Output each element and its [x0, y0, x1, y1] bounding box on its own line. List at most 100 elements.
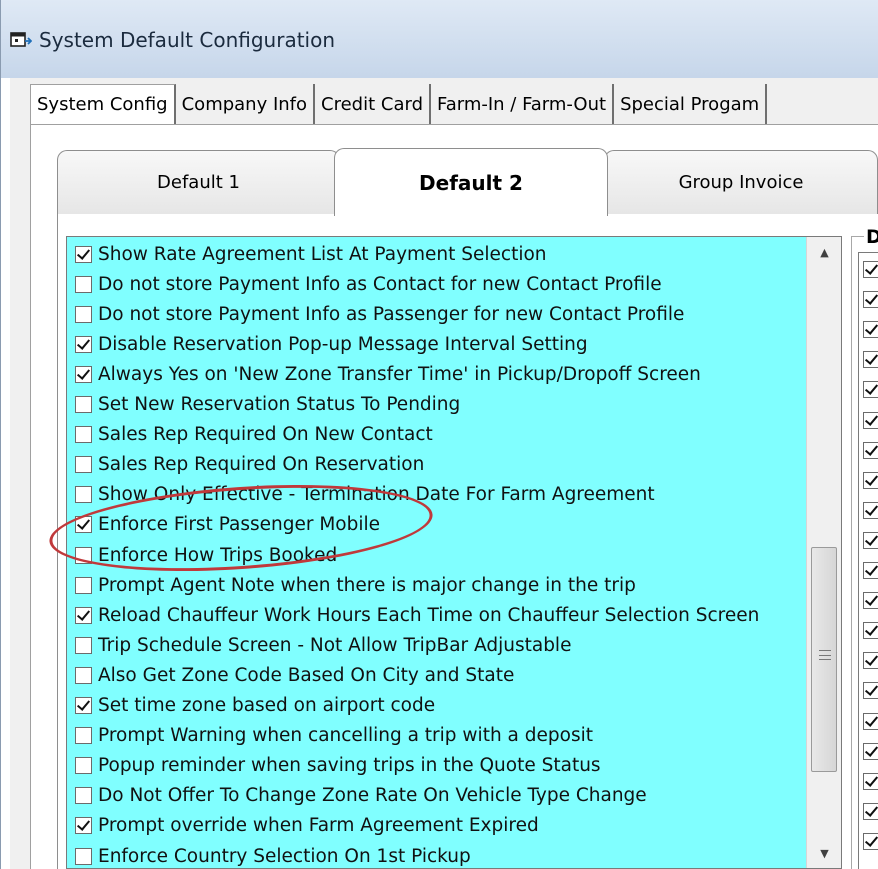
option-checkbox[interactable]: [75, 396, 92, 413]
option-checkbox[interactable]: [75, 606, 92, 624]
option-checkbox[interactable]: [75, 757, 92, 775]
tab-special-program[interactable]: Special Progam: [614, 84, 768, 124]
right-option-checkbox[interactable]: [863, 471, 878, 489]
option-label: Also Get Zone Code Based On City and Sta…: [98, 664, 515, 686]
option-checkbox[interactable]: [75, 697, 92, 714]
app-window-icon: [10, 32, 32, 47]
scroll-down-arrow-icon[interactable]: ▼: [807, 838, 842, 868]
option-row[interactable]: Trip Schedule Screen - Not Allow TripBar…: [75, 630, 571, 660]
window-title: System Default Configuration: [39, 28, 336, 52]
right-option-checkbox[interactable]: [863, 592, 878, 610]
option-row[interactable]: Prompt Warning when cancelling a trip wi…: [75, 721, 593, 751]
tab-company-info[interactable]: Company Info: [176, 84, 316, 124]
scroll-up-arrow-icon[interactable]: ▲: [807, 237, 842, 267]
right-option-checkbox[interactable]: [863, 381, 878, 399]
right-option-checkbox[interactable]: [863, 321, 878, 339]
right-option-checkbox[interactable]: [863, 562, 878, 579]
option-row[interactable]: Enforce How Trips Booked: [75, 540, 337, 570]
option-checkbox[interactable]: [75, 516, 92, 534]
option-checkbox[interactable]: [75, 546, 92, 564]
option-label: Enforce Country Selection On 1st Pickup: [98, 845, 471, 867]
right-option-checkbox[interactable]: [863, 622, 878, 640]
option-label: Enforce First Passenger Mobile: [98, 514, 381, 536]
option-row[interactable]: Disable Reservation Pop-up Message Inter…: [75, 329, 588, 359]
right-option-checkbox[interactable]: [863, 832, 878, 850]
right-option-checkbox[interactable]: [863, 441, 878, 459]
option-label: Set time zone based on airport code: [98, 695, 436, 716]
option-label: Do not store Payment Info as Contact for…: [98, 273, 662, 295]
option-row[interactable]: Set time zone based on airport code: [75, 691, 435, 721]
right-option-checkbox[interactable]: [863, 682, 878, 700]
outer-tab-strip: System Config Company Info Credit Card F…: [30, 84, 768, 124]
option-checkbox[interactable]: [75, 365, 92, 383]
option-label: Trip Schedule Screen - Not Allow TripBar…: [98, 634, 572, 656]
option-row[interactable]: Prompt override when Farm Agreement Expi…: [75, 811, 539, 841]
option-checkbox[interactable]: [75, 305, 92, 323]
option-label: Popup reminder when saving trips in the …: [98, 755, 601, 777]
option-checkbox[interactable]: [75, 426, 92, 444]
option-checkbox[interactable]: [75, 817, 92, 835]
option-label: Set New Reservation Status To Pending: [98, 394, 461, 415]
right-option-checkbox[interactable]: [863, 712, 878, 730]
option-checkbox[interactable]: [75, 636, 92, 654]
option-label: Do Not Offer To Change Zone Rate On Vehi…: [98, 785, 647, 807]
option-label: Prompt Warning when cancelling a trip wi…: [98, 725, 593, 747]
options-checklist[interactable]: Show Rate Agreement List At Payment Sele…: [66, 236, 842, 869]
option-checkbox[interactable]: [75, 335, 92, 353]
option-checkbox[interactable]: [75, 576, 92, 594]
option-label: Do not store Payment Info as Passenger f…: [98, 303, 685, 325]
option-row[interactable]: Show Only Effective - Termination Date F…: [75, 480, 655, 510]
tab-system-config[interactable]: System Config: [30, 84, 176, 124]
option-label: Show Only Effective - Termination Date F…: [98, 484, 655, 506]
tab-credit-card[interactable]: Credit Card: [315, 84, 431, 124]
option-row[interactable]: Popup reminder when saving trips in the …: [75, 751, 601, 781]
option-row[interactable]: Enforce Country Selection On 1st Pickup: [75, 841, 471, 868]
option-row[interactable]: Sales Rep Required On New Contact: [75, 420, 433, 450]
option-row[interactable]: Reload Chauffeur Work Hours Each Time on…: [75, 600, 759, 630]
right-groupbox-title: D: [864, 226, 878, 248]
option-checkbox[interactable]: [75, 486, 92, 504]
tab-default-1[interactable]: Default 1: [57, 150, 340, 214]
option-row[interactable]: Prompt Agent Note when there is major ch…: [75, 570, 636, 600]
option-label: Prompt Agent Note when there is major ch…: [98, 574, 636, 596]
title-bar[interactable]: System Default Configuration: [1, 0, 878, 78]
tab-group-invoice[interactable]: Group Invoice: [604, 150, 878, 214]
option-checkbox[interactable]: [75, 275, 92, 293]
right-option-checkbox[interactable]: [863, 652, 878, 670]
option-row[interactable]: Show Rate Agreement List At Payment Sele…: [75, 239, 547, 269]
right-option-checkbox[interactable]: [863, 501, 878, 519]
right-option-checkbox[interactable]: [863, 772, 878, 790]
option-row[interactable]: Sales Rep Required On Reservation: [75, 450, 424, 480]
right-option-checkbox[interactable]: [863, 261, 878, 278]
option-label: Sales Rep Required On New Contact: [98, 424, 433, 446]
option-row[interactable]: Do not store Payment Info as Passenger f…: [75, 299, 684, 329]
options-scrollbar[interactable]: ▲ ▼: [806, 237, 841, 868]
right-option-checkbox[interactable]: [863, 802, 878, 820]
option-checkbox[interactable]: [75, 847, 92, 865]
option-row[interactable]: Set New Reservation Status To Pending: [75, 390, 460, 420]
option-checkbox[interactable]: [75, 727, 92, 745]
option-label: Prompt override when Farm Agreement Expi…: [98, 815, 539, 837]
right-option-checkbox[interactable]: [863, 411, 878, 429]
option-checkbox[interactable]: [75, 456, 92, 474]
right-option-checkbox[interactable]: [863, 742, 878, 760]
option-checkbox[interactable]: [75, 245, 92, 263]
option-row[interactable]: Also Get Zone Code Based On City and Sta…: [75, 660, 514, 690]
tab-default-2[interactable]: Default 2: [334, 148, 608, 216]
option-checkbox[interactable]: [75, 787, 92, 805]
scroll-thumb[interactable]: [811, 547, 837, 772]
option-label: Always Yes on 'New Zone Transfer Time' i…: [98, 363, 701, 385]
option-row[interactable]: Do not store Payment Info as Contact for…: [75, 269, 662, 299]
right-option-checkbox[interactable]: [863, 291, 878, 309]
option-label: Disable Reservation Pop-up Message Inter…: [98, 333, 588, 355]
option-checkbox[interactable]: [75, 666, 92, 684]
right-option-checkbox[interactable]: [863, 531, 878, 549]
grip-icon: [819, 650, 831, 660]
right-checklist[interactable]: [858, 252, 878, 869]
tab-farm-in-farm-out[interactable]: Farm-In / Farm-Out: [431, 84, 615, 124]
option-row[interactable]: Enforce First Passenger Mobile: [75, 510, 380, 540]
option-label: Enforce How Trips Booked: [98, 544, 338, 566]
option-row[interactable]: Do Not Offer To Change Zone Rate On Vehi…: [75, 781, 647, 811]
right-option-checkbox[interactable]: [863, 351, 878, 369]
option-row[interactable]: Always Yes on 'New Zone Transfer Time' i…: [75, 359, 701, 389]
